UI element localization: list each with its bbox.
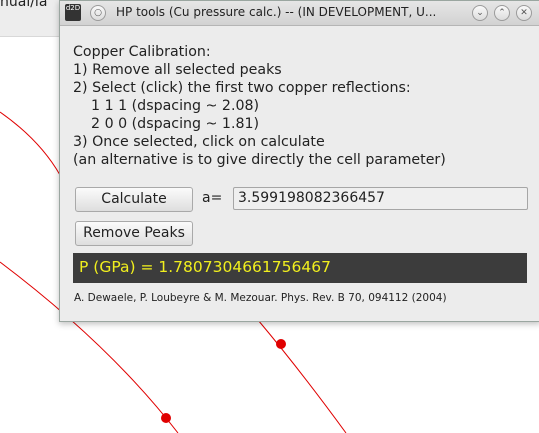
pressure-result-panel: P (GPa) = 1.7807304661756467	[73, 253, 527, 283]
instruction-line: (an alternative is to give directly the …	[73, 152, 446, 168]
calculate-button[interactable]: Calculate	[75, 187, 193, 212]
cell-parameter-input[interactable]: 3.599198082366457	[233, 187, 528, 210]
cell-parameter-label: a=	[202, 190, 223, 206]
maximize-button[interactable]: ⌃	[494, 5, 510, 21]
close-button[interactable]: ✕	[516, 5, 532, 21]
hp-tools-dialog: d2D ○ HP tools (Cu pressure calc.) -- (I…	[59, 0, 539, 322]
app-icon: d2D	[65, 4, 81, 21]
instruction-line: 2 0 0 (dspacing ~ 1.81)	[73, 116, 260, 132]
chevron-up-icon: ⌃	[498, 8, 506, 18]
instruction-line: 1 1 1 (dspacing ~ 2.08)	[73, 98, 260, 114]
instruction-line: 3) Once selected, click on calculate	[73, 134, 325, 150]
instruction-line: 1) Remove all selected peaks	[73, 62, 282, 78]
dialog-titlebar[interactable]: d2D ○ HP tools (Cu pressure calc.) -- (I…	[60, 1, 539, 26]
diffraction-ring-arc	[257, 319, 347, 433]
circle-icon: ○	[94, 8, 102, 18]
reference-citation: A. Dewaele, P. Loubeyre & M. Mezouar. Ph…	[74, 292, 447, 304]
selected-peak-marker	[276, 339, 286, 349]
pressure-result-text: P (GPa) = 1.7807304661756467	[79, 258, 331, 276]
dialog-title: HP tools (Cu pressure calc.) -- (IN DEVE…	[116, 5, 437, 19]
selected-peak-marker	[161, 413, 171, 423]
diffraction-ring-arc	[0, 111, 61, 176]
minimize-button[interactable]: ⌄	[472, 5, 488, 21]
close-icon: ✕	[520, 8, 528, 18]
instruction-line: Copper Calibration:	[73, 44, 211, 60]
window-menu-button[interactable]: ○	[90, 5, 106, 21]
instruction-line: 2) Select (click) the first two copper r…	[73, 80, 411, 96]
instructions-text: Copper Calibration: 1) Remove all select…	[73, 43, 446, 169]
remove-peaks-button[interactable]: Remove Peaks	[75, 221, 193, 246]
chevron-down-icon: ⌄	[476, 8, 484, 18]
